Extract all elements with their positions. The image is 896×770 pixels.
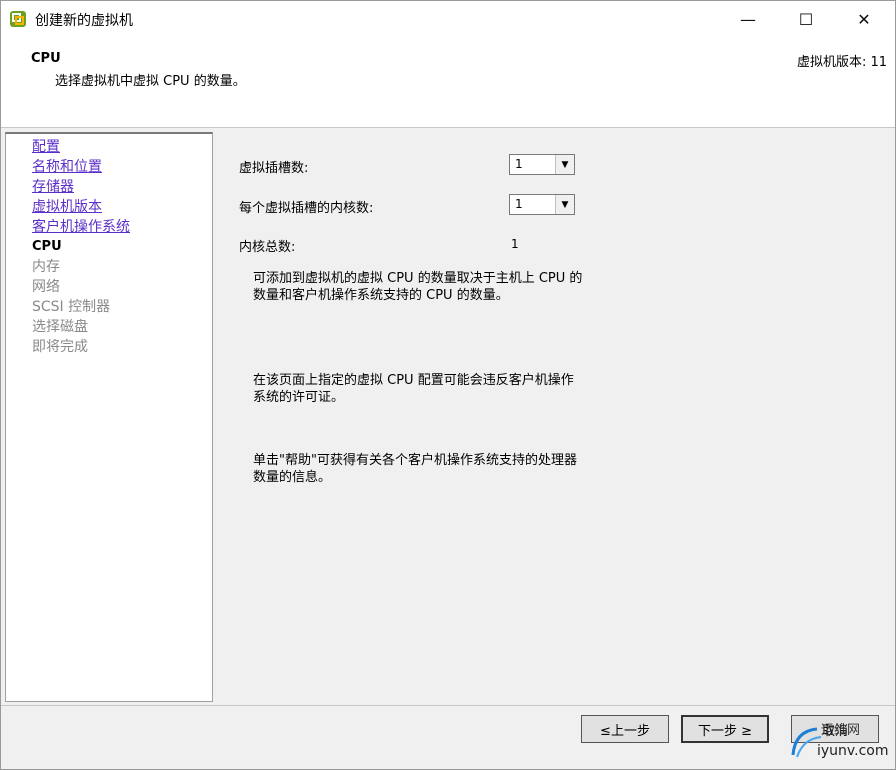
sockets-select[interactable]: 1 ▼ — [509, 154, 575, 175]
wizard-header: CPU 选择虚拟机中虚拟 CPU 的数量。 虚拟机版本: 11 — [1, 37, 895, 128]
nav-item-ready-to-complete: 即将完成 — [32, 339, 88, 355]
info-help: 单击"帮助"可获得有关各个客户机操作系统支持的处理器数量的信息。 — [253, 453, 577, 485]
cores-per-socket-select-value: 1 — [515, 197, 523, 211]
watermark-text-domain: iyunv.com — [817, 743, 889, 759]
maximize-button[interactable]: ☐ — [783, 1, 829, 37]
nav-item-select-disk: 选择磁盘 — [32, 319, 88, 335]
nav-item-vm-version[interactable]: 虚拟机版本 — [32, 197, 102, 217]
info-cpu-limit: 可添加到虚拟机的虚拟 CPU 的数量取决于主机上 CPU 的数量和客户机操作系统… — [253, 271, 583, 303]
nav-item-guest-os[interactable]: 客户机操作系统 — [32, 217, 130, 237]
page-title: CPU — [31, 51, 61, 66]
wizard-window: 创建新的虚拟机 — ☐ ✕ CPU 选择虚拟机中虚拟 CPU 的数量。 虚拟机版… — [0, 0, 896, 770]
nav-item-memory: 内存 — [32, 259, 60, 275]
title-bar[interactable]: 创建新的虚拟机 — ☐ ✕ — [1, 1, 895, 37]
nav-item-configuration[interactable]: 配置 — [32, 137, 60, 157]
sockets-select-value: 1 — [515, 157, 523, 171]
next-button[interactable]: 下一步 ≥ — [681, 715, 769, 743]
nav-item-storage[interactable]: 存储器 — [32, 177, 74, 197]
total-cores-value: 1 — [511, 237, 519, 251]
nav-item-network: 网络 — [32, 279, 60, 295]
info-license: 在该页面上指定的虚拟 CPU 配置可能会违反客户机操作系统的许可证。 — [253, 373, 574, 405]
close-button[interactable]: ✕ — [841, 1, 887, 37]
chevron-down-icon[interactable]: ▼ — [555, 195, 574, 214]
back-button[interactable]: ≤上一步 — [581, 715, 669, 743]
total-cores-label: 内核总数: — [239, 240, 296, 255]
nav-item-cpu: CPU — [32, 239, 62, 254]
window-title: 创建新的虚拟机 — [35, 13, 133, 29]
watermark: 运维网 iyunv.com — [787, 717, 891, 765]
vmware-app-icon — [10, 11, 26, 27]
cores-per-socket-select[interactable]: 1 ▼ — [509, 194, 575, 215]
chevron-down-icon[interactable]: ▼ — [555, 155, 574, 174]
page-subtitle: 选择虚拟机中虚拟 CPU 的数量。 — [55, 74, 246, 89]
footer-divider — [1, 705, 895, 706]
vm-version-label: 虚拟机版本: 11 — [796, 55, 887, 70]
wizard-step-list: 配置 名称和位置 存储器 虚拟机版本 客户机操作系统 CPU 内存 网络 SCS… — [5, 132, 213, 702]
nav-item-name-location[interactable]: 名称和位置 — [32, 157, 102, 177]
minimize-button[interactable]: — — [725, 1, 771, 37]
cores-per-socket-label: 每个虚拟插槽的内核数: — [239, 201, 374, 216]
cpu-settings-panel: 虚拟插槽数: 1 ▼ 每个虚拟插槽的内核数: 1 ▼ 内核总数: 1 可添加到虚… — [215, 132, 891, 699]
sockets-label: 虚拟插槽数: — [239, 161, 309, 176]
watermark-text-cn: 运维网 — [821, 723, 861, 738]
nav-item-scsi-controller: SCSI 控制器 — [32, 299, 111, 315]
